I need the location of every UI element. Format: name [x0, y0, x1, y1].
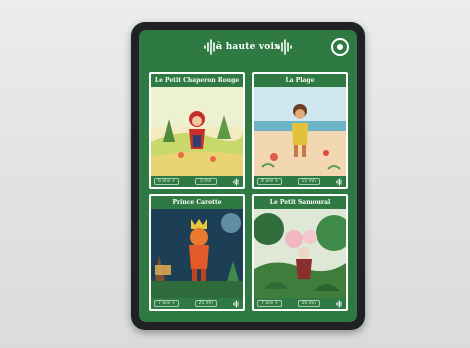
story-illustration — [151, 209, 243, 298]
story-illustration — [254, 209, 346, 298]
story-title: La Plage — [254, 74, 346, 87]
story-meta: 7 ans + 25 mn — [151, 298, 243, 309]
story-card-petit-samourai[interactable]: Le Petit Samouraï 7 ans + 20 mn — [252, 194, 348, 311]
duration-badge: 25 mn — [194, 300, 217, 307]
tablet-frame: à haute voix Le Petit Chaperon Rouge 6 a… — [131, 22, 365, 330]
sound-wave-icon[interactable] — [335, 299, 343, 308]
sound-wave-icon[interactable] — [232, 177, 240, 186]
story-card-prince-carotte[interactable]: Prince Carotte 7 ans + 25 mn — [149, 194, 245, 311]
duration-badge: 20 mn — [297, 300, 320, 307]
duration-badge: 5 mn — [194, 178, 217, 185]
sound-wave-icon[interactable] — [232, 299, 240, 308]
settings-icon[interactable] — [331, 38, 349, 56]
age-badge: 7 ans + — [257, 300, 283, 307]
story-title: Le Petit Samouraï — [254, 196, 346, 209]
app-title: à haute voix — [216, 42, 280, 52]
story-meta: 7 ans + 20 mn — [254, 298, 346, 309]
story-title: Prince Carotte — [151, 196, 243, 209]
app-header: à haute voix — [139, 30, 357, 64]
story-illustration — [151, 87, 243, 176]
story-illustration — [254, 87, 346, 176]
sound-wave-icon[interactable] — [335, 177, 343, 186]
story-title: Le Petit Chaperon Rouge — [151, 74, 243, 87]
age-badge: 4 ans + — [257, 178, 283, 185]
age-badge: 6 ans + — [154, 178, 180, 185]
age-badge: 7 ans + — [154, 300, 180, 307]
duration-badge: 15 mn — [297, 178, 320, 185]
sound-wave-icon — [278, 39, 292, 55]
story-card-chaperon-rouge[interactable]: Le Petit Chaperon Rouge 6 ans + 5 mn — [149, 72, 245, 189]
story-meta: 6 ans + 5 mn — [151, 176, 243, 187]
story-meta: 4 ans + 15 mn — [254, 176, 346, 187]
app-screen: à haute voix Le Petit Chaperon Rouge 6 a… — [139, 30, 357, 322]
story-card-la-plage[interactable]: La Plage 4 ans + 15 mn — [252, 72, 348, 189]
